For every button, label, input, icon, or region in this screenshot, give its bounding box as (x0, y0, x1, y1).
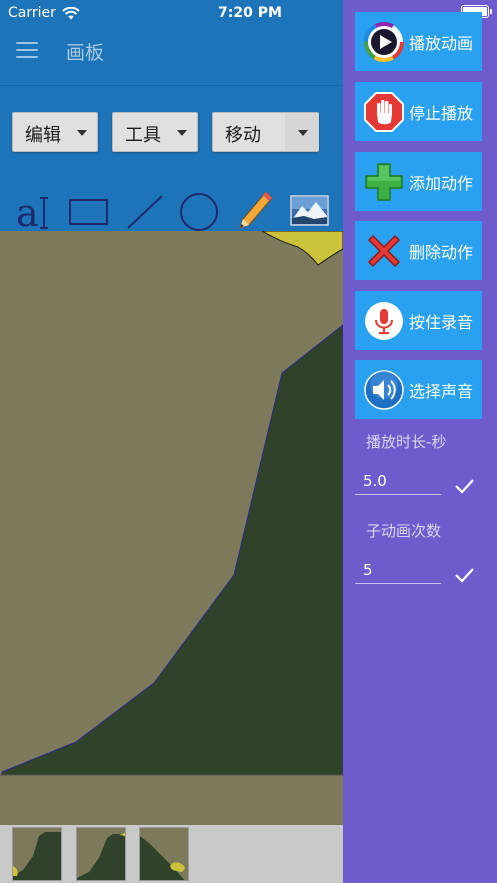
mode-dropdown[interactable]: 移动 (212, 112, 319, 152)
hold-to-record-button[interactable]: 按住录音 (355, 291, 482, 350)
drawing-toolbar: a (0, 186, 343, 235)
play-icon (363, 21, 405, 63)
add-action-button[interactable]: 添加动作 (355, 152, 482, 211)
frame-thumbnail[interactable] (12, 827, 62, 881)
line-tool-icon[interactable] (124, 186, 166, 231)
speaker-icon (363, 369, 405, 411)
delete-action-label: 删除动作 (409, 242, 474, 262)
tools-dropdown[interactable]: 工具 (112, 112, 198, 152)
choose-sound-button[interactable]: 选择声音 (355, 360, 482, 419)
edit-dropdown-label: 编辑 (25, 125, 61, 146)
side-drawer: 播放动画 停止播放 添加动作 删除动作 按住录音 选择声音 播放时长-秒 5.0… (343, 0, 497, 883)
play-animation-button[interactable]: 播放动画 (355, 12, 482, 71)
confirm-duration-check-icon[interactable] (453, 475, 475, 497)
text-tool-icon[interactable]: a (14, 186, 50, 235)
confirm-count-check-icon[interactable] (453, 564, 475, 586)
chevron-down-icon (177, 130, 187, 136)
stop-hand-icon (363, 91, 405, 133)
choose-sound-label: 选择声音 (409, 381, 474, 401)
stop-playback-label: 停止播放 (409, 103, 474, 123)
chevron-down-icon (77, 130, 87, 136)
wifi-icon (62, 6, 80, 20)
delete-action-button[interactable]: 删除动作 (355, 221, 482, 280)
carrier-label: Carrier (8, 5, 56, 21)
drawing-canvas[interactable] (0, 231, 343, 825)
hamburger-menu-icon[interactable] (16, 42, 38, 60)
add-action-label: 添加动作 (409, 173, 474, 193)
header-area: Carrier 7:20 PM 画板 编辑 工具 移动 a (0, 0, 343, 235)
frame-thumbnails-strip (0, 825, 343, 883)
tools-dropdown-label: 工具 (125, 125, 161, 146)
page-title: 画板 (66, 42, 105, 64)
drawing-app: Carrier 7:20 PM 画板 编辑 工具 移动 a (0, 0, 343, 883)
status-bar-left: Carrier (8, 5, 80, 21)
hold-to-record-label: 按住录音 (409, 312, 474, 332)
navigation-bar: 画板 (0, 24, 343, 86)
circle-tool-icon[interactable] (178, 186, 220, 231)
delete-x-icon (363, 230, 405, 272)
plus-icon (363, 161, 405, 203)
stop-playback-button[interactable]: 停止播放 (355, 82, 482, 141)
chevron-down-icon (298, 130, 308, 136)
frame-thumbnail[interactable] (139, 827, 189, 881)
play-animation-label: 播放动画 (409, 33, 474, 53)
pencil-tool-icon[interactable] (234, 186, 276, 231)
rectangle-tool-icon[interactable] (68, 186, 110, 231)
sub-animation-count-label: 子动画次数 (366, 522, 442, 540)
frame-thumbnail[interactable] (76, 827, 126, 881)
play-duration-label: 播放时长-秒 (366, 433, 447, 451)
sub-animation-count-input[interactable] (355, 556, 441, 584)
microphone-icon (363, 300, 405, 342)
play-duration-input[interactable] (355, 467, 441, 495)
edit-dropdown[interactable]: 编辑 (12, 112, 98, 152)
svg-text:a: a (16, 191, 39, 231)
status-time: 7:20 PM (218, 5, 282, 21)
image-tool-icon[interactable] (290, 186, 330, 231)
mode-dropdown-label: 移动 (225, 125, 261, 146)
